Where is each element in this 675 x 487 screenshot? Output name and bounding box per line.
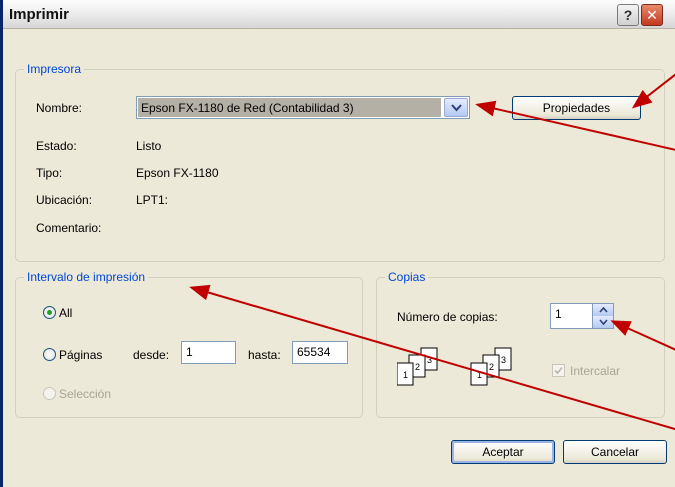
to-label: hasta: bbox=[248, 348, 281, 362]
dropdown-button[interactable] bbox=[444, 98, 468, 117]
all-label[interactable]: All bbox=[59, 306, 72, 320]
svg-text:1: 1 bbox=[403, 370, 408, 380]
help-button[interactable]: ? bbox=[617, 4, 639, 26]
collate-pages-icon: 321 321 bbox=[397, 347, 512, 386]
pages-radio[interactable] bbox=[43, 348, 56, 361]
svg-text:3: 3 bbox=[501, 355, 506, 365]
selection-radio[interactable] bbox=[43, 387, 56, 400]
window-title: Imprimir bbox=[9, 6, 70, 23]
collate-checkbox[interactable] bbox=[552, 364, 565, 377]
collate-label: Intercalar bbox=[570, 364, 621, 378]
help-icon: ? bbox=[623, 7, 633, 23]
print-dialog: Imprimir ? ✕ Impresora Nombre: Epson FX-… bbox=[0, 0, 675, 487]
cancel-button[interactable]: Cancelar bbox=[563, 440, 667, 464]
properties-button-label: Propiedades bbox=[542, 101, 611, 115]
copies-spinner[interactable] bbox=[592, 303, 614, 329]
to-input[interactable]: 65534 bbox=[292, 341, 348, 364]
ok-button[interactable]: Aceptar bbox=[451, 440, 555, 464]
printer-group-label: Impresora bbox=[24, 62, 85, 76]
status-value: Listo bbox=[136, 139, 162, 153]
spin-up-button[interactable] bbox=[593, 304, 613, 316]
type-label: Tipo: bbox=[36, 166, 63, 180]
checkmark-icon bbox=[554, 366, 563, 375]
selection-label: Selección bbox=[59, 387, 112, 401]
title-bar[interactable]: Imprimir ? ✕ bbox=[3, 0, 675, 29]
status-label: Estado: bbox=[36, 139, 77, 153]
all-radio[interactable] bbox=[43, 306, 56, 319]
spin-down-button[interactable] bbox=[593, 316, 613, 328]
from-label: desde: bbox=[133, 348, 170, 362]
chevron-down-icon bbox=[450, 103, 462, 111]
svg-text:2: 2 bbox=[415, 362, 420, 372]
location-value: LPT1: bbox=[136, 193, 169, 207]
printer-select-value: Epson FX-1180 de Red (Contabilidad 3) bbox=[138, 98, 441, 117]
printer-name-label: Nombre: bbox=[36, 101, 83, 115]
print-range-label: Intervalo de impresión bbox=[24, 270, 149, 284]
page-stack-b-icon: 321 bbox=[470, 347, 512, 386]
close-icon: ✕ bbox=[646, 6, 658, 23]
location-label: Ubicación: bbox=[36, 193, 93, 207]
svg-text:3: 3 bbox=[427, 355, 432, 365]
copies-group-label: Copias bbox=[385, 270, 429, 284]
page-stack-a-icon: 321 bbox=[397, 347, 438, 386]
copies-count-label: Número de copias: bbox=[397, 310, 498, 324]
chevron-down-icon bbox=[598, 319, 608, 325]
chevron-up-icon bbox=[598, 307, 608, 313]
svg-text:1: 1 bbox=[477, 370, 482, 380]
copies-input[interactable]: 1 bbox=[550, 303, 593, 329]
close-button[interactable]: ✕ bbox=[641, 4, 663, 26]
properties-button[interactable]: Propiedades bbox=[512, 96, 641, 120]
cancel-button-label: Cancelar bbox=[590, 445, 640, 459]
pages-label[interactable]: Páginas bbox=[59, 348, 102, 362]
comment-label: Comentario: bbox=[36, 221, 102, 235]
from-input[interactable]: 1 bbox=[181, 341, 236, 364]
printer-select[interactable]: Epson FX-1180 de Red (Contabilidad 3) bbox=[136, 96, 470, 119]
type-value: Epson FX-1180 bbox=[136, 166, 219, 180]
svg-text:2: 2 bbox=[489, 362, 494, 372]
ok-button-label: Aceptar bbox=[482, 445, 524, 459]
